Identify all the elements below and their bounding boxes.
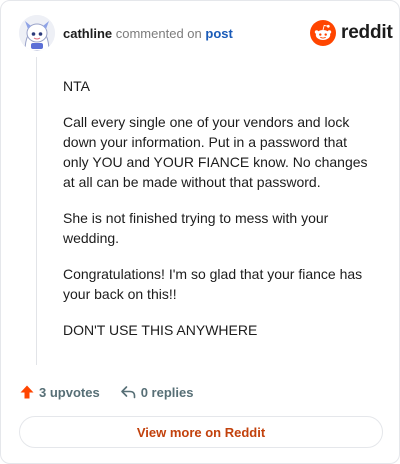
upvote-arrow-icon <box>20 385 34 399</box>
reddit-logo-text: reddit <box>341 22 393 43</box>
comment-header: cathline commented on post <box>63 25 233 43</box>
comment-paragraph: Congratulations! I'm so glad that your f… <box>63 266 363 302</box>
reddit-snoo-icon <box>310 20 336 46</box>
reply-count: 0 replies <box>140 384 194 400</box>
comment-footer: 3 upvotes 0 replies <box>19 383 193 401</box>
username[interactable]: cathline <box>63 26 112 41</box>
reddit-logo[interactable]: reddit <box>310 20 393 46</box>
upvote-count: 3 upvotes <box>39 384 100 400</box>
comment-paragraph: She is not finished trying to mess with … <box>63 210 329 246</box>
comment-paragraph: Call every single one of your vendors an… <box>63 114 368 190</box>
post-link[interactable]: post <box>205 26 232 41</box>
view-more-button[interactable]: View more on Reddit <box>19 416 383 448</box>
comment-paragraph: DON'T USE THIS ANYWHERE <box>63 322 258 338</box>
avatar-illustration <box>19 15 55 51</box>
comment-embed-card: cathline commented on post reddit NTA Ca… <box>0 0 400 464</box>
comment-paragraph: NTA <box>63 78 90 94</box>
thread-line <box>36 57 37 365</box>
comment-body: NTA Call every single one of your vendor… <box>63 76 375 356</box>
reply-arrow-icon <box>120 386 135 399</box>
avatar[interactable] <box>19 15 55 51</box>
upvote-button[interactable]: 3 upvotes <box>19 384 100 400</box>
reply-button[interactable]: 0 replies <box>120 384 194 400</box>
commented-on-text: commented on <box>115 26 202 41</box>
